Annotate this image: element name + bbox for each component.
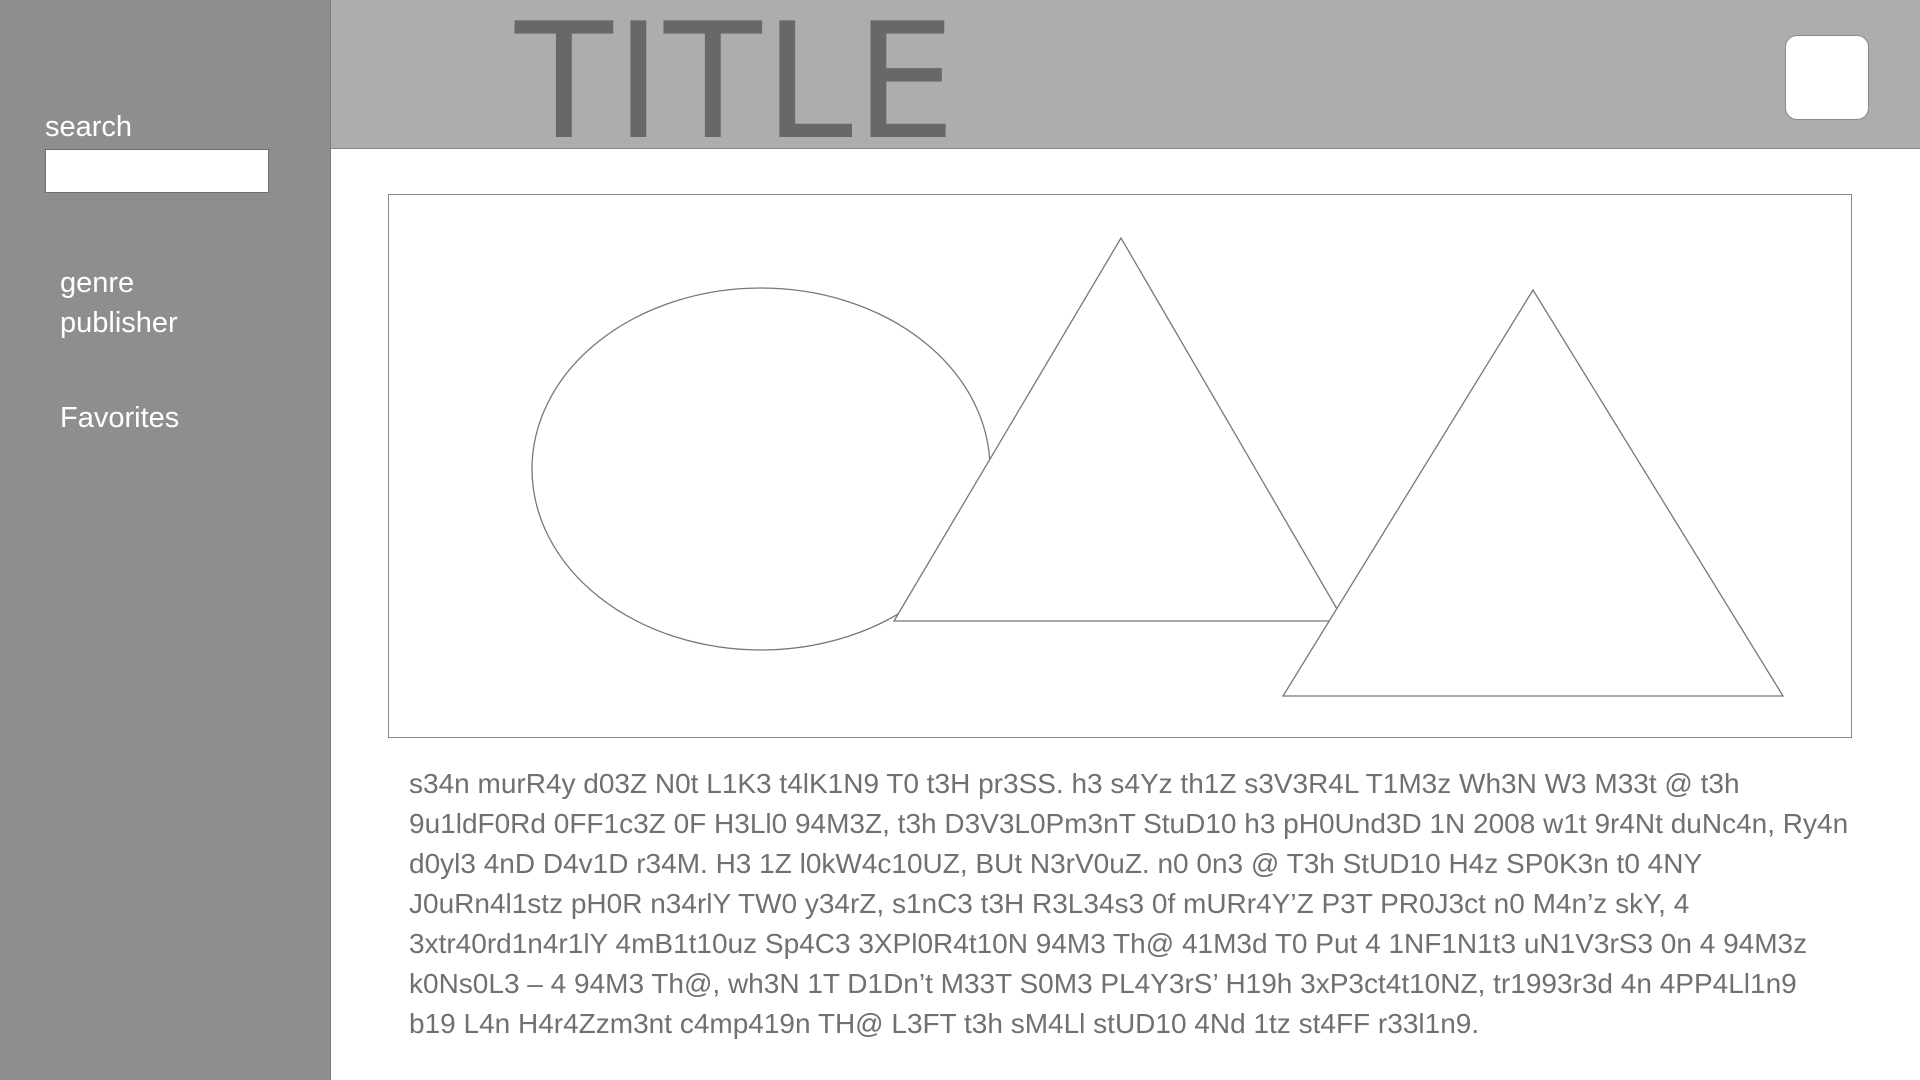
search-label: search — [45, 111, 133, 143]
header-button[interactable] — [1785, 35, 1869, 120]
placeholder-triangle-left — [892, 236, 1346, 622]
body-paragraph: s34n murR4y d03Z N0t L1K3 t4lK1N9 T0 t3H… — [409, 768, 1849, 1039]
search-input[interactable] — [45, 149, 269, 193]
nav-item-publisher[interactable]: publisher — [60, 309, 178, 338]
page-title: TITLE — [515, 0, 958, 149]
placeholder-triangle-right — [1281, 288, 1785, 697]
header: TITLE — [331, 0, 1920, 149]
image-placeholder — [388, 194, 1852, 738]
nav-item-genre[interactable]: genre — [60, 269, 134, 298]
placeholder-shapes — [531, 236, 1785, 697]
nav-item-favorites[interactable]: Favorites — [60, 404, 179, 433]
sidebar: search genre publisher Favorites — [0, 0, 331, 1080]
